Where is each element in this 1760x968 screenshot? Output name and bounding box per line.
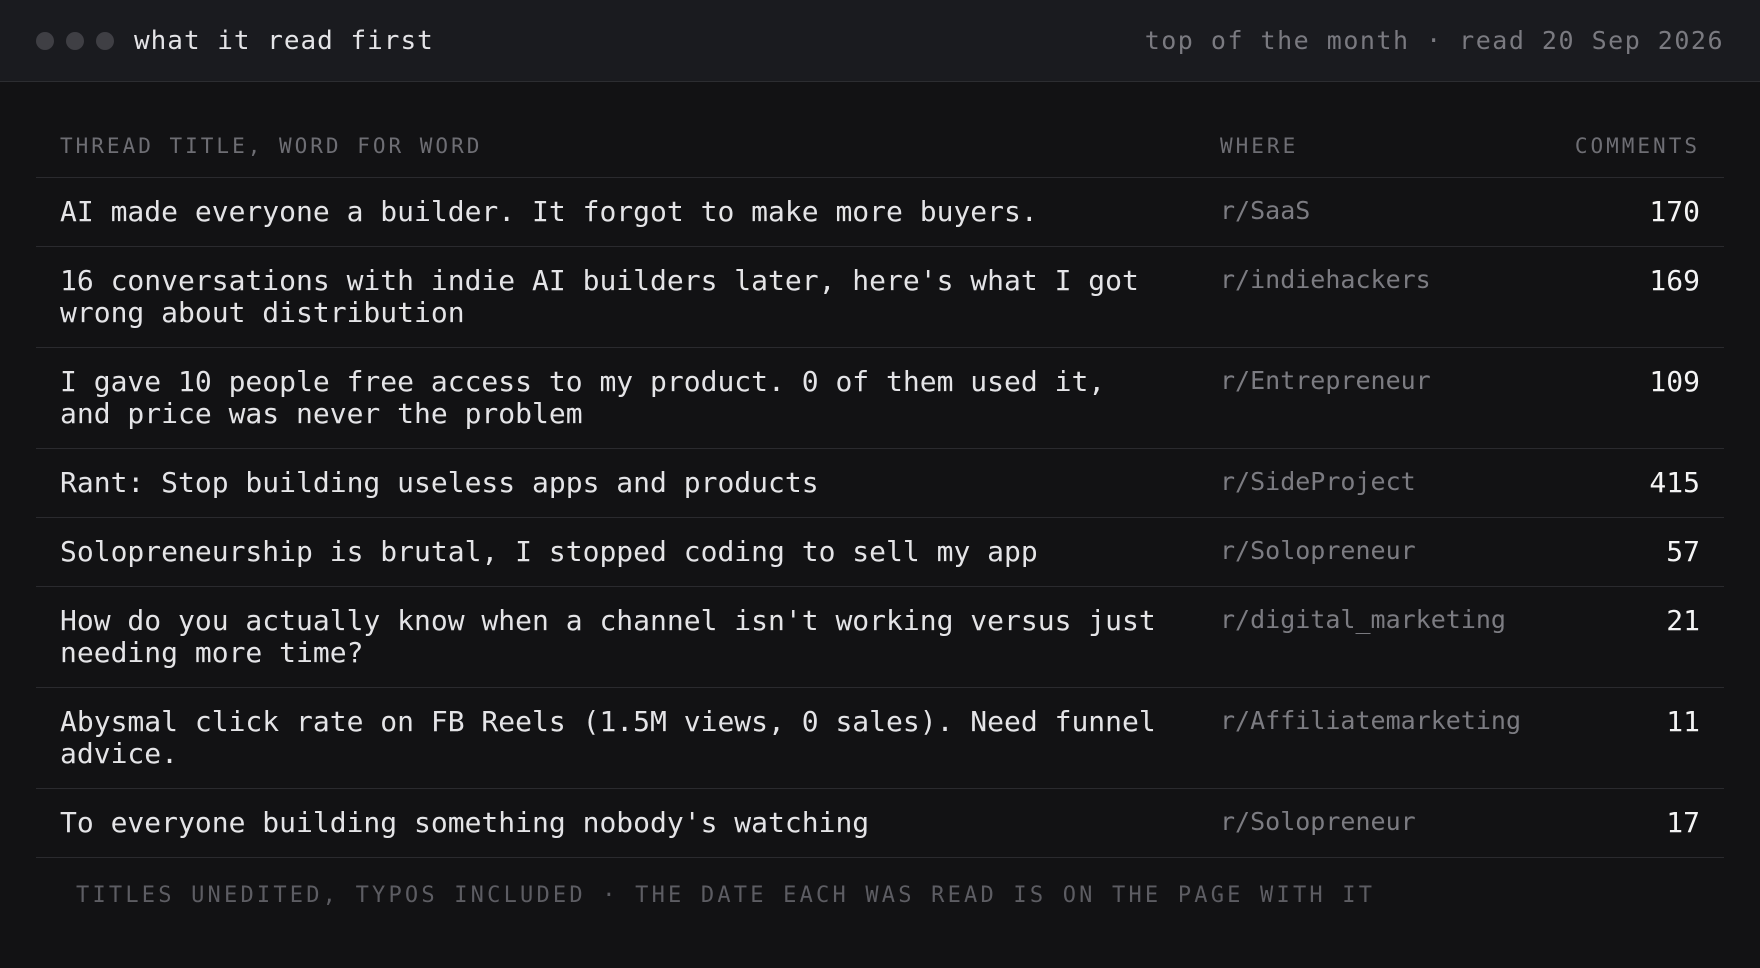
window-title: what it read first (134, 25, 434, 56)
table-row[interactable]: 16 conversations with indie AI builders … (36, 246, 1724, 348)
thread-comment-count: 109 (1456, 347, 1724, 449)
thread-title: Rant: Stop building useless apps and pro… (36, 448, 1196, 518)
table-row[interactable]: How do you actually know when a channel … (36, 586, 1724, 688)
thread-comment-count: 17 (1456, 788, 1724, 858)
thread-subreddit: r/Solopreneur (1196, 517, 1456, 587)
thread-title: Abysmal click rate on FB Reels (1.5M vie… (36, 687, 1196, 789)
table-header-row: THREAD TITLE, WORD FOR WORD WHERE COMMEN… (36, 82, 1724, 178)
column-header-title: THREAD TITLE, WORD FOR WORD (36, 82, 1196, 178)
thread-comment-count: 415 (1456, 448, 1724, 518)
table-row[interactable]: Solopreneurship is brutal, I stopped cod… (36, 517, 1724, 587)
footer-note: TITLES UNEDITED, TYPOS INCLUDED · THE DA… (76, 883, 1376, 908)
table-row[interactable]: Rant: Stop building useless apps and pro… (36, 448, 1724, 518)
window-meta: top of the month · read 20 Sep 2026 (1144, 26, 1724, 55)
threads-table: THREAD TITLE, WORD FOR WORD WHERE COMMEN… (36, 82, 1724, 858)
thread-title: How do you actually know when a channel … (36, 586, 1196, 688)
thread-title: To everyone building something nobody's … (36, 788, 1196, 858)
thread-subreddit: r/Entrepreneur (1196, 347, 1456, 449)
column-header-where: WHERE (1196, 82, 1456, 178)
thread-subreddit: r/SaaS (1196, 177, 1456, 247)
thread-comment-count: 170 (1456, 177, 1724, 247)
column-header-comments: COMMENTS (1456, 82, 1724, 178)
thread-title: Solopreneurship is brutal, I stopped cod… (36, 517, 1196, 587)
thread-comment-count: 169 (1456, 246, 1724, 348)
thread-comment-count: 11 (1456, 687, 1724, 789)
thread-title: 16 conversations with indie AI builders … (36, 246, 1196, 348)
table-row[interactable]: I gave 10 people free access to my produ… (36, 347, 1724, 449)
thread-comment-count: 57 (1456, 517, 1724, 587)
title-bar: what it read first top of the month · re… (0, 0, 1760, 82)
main-content: THREAD TITLE, WORD FOR WORD WHERE COMMEN… (0, 82, 1760, 908)
table-row[interactable]: Abysmal click rate on FB Reels (1.5M vie… (36, 687, 1724, 789)
close-window-dot-icon[interactable] (36, 31, 54, 50)
thread-subreddit: r/indiehackers (1196, 246, 1456, 348)
thread-title: AI made everyone a builder. It forgot to… (36, 177, 1196, 247)
table-row[interactable]: To everyone building something nobody's … (36, 788, 1724, 858)
minimize-window-dot-icon[interactable] (66, 31, 84, 50)
thread-comment-count: 21 (1456, 586, 1724, 688)
maximize-window-dot-icon[interactable] (96, 31, 114, 50)
thread-subreddit: r/digital_marketing (1196, 586, 1506, 688)
thread-subreddit: r/Affiliatemarketing (1196, 687, 1521, 789)
window-controls (36, 31, 114, 50)
table-row[interactable]: AI made everyone a builder. It forgot to… (36, 177, 1724, 247)
thread-subreddit: r/Solopreneur (1196, 788, 1456, 858)
thread-title: I gave 10 people free access to my produ… (36, 347, 1196, 449)
thread-subreddit: r/SideProject (1196, 448, 1456, 518)
